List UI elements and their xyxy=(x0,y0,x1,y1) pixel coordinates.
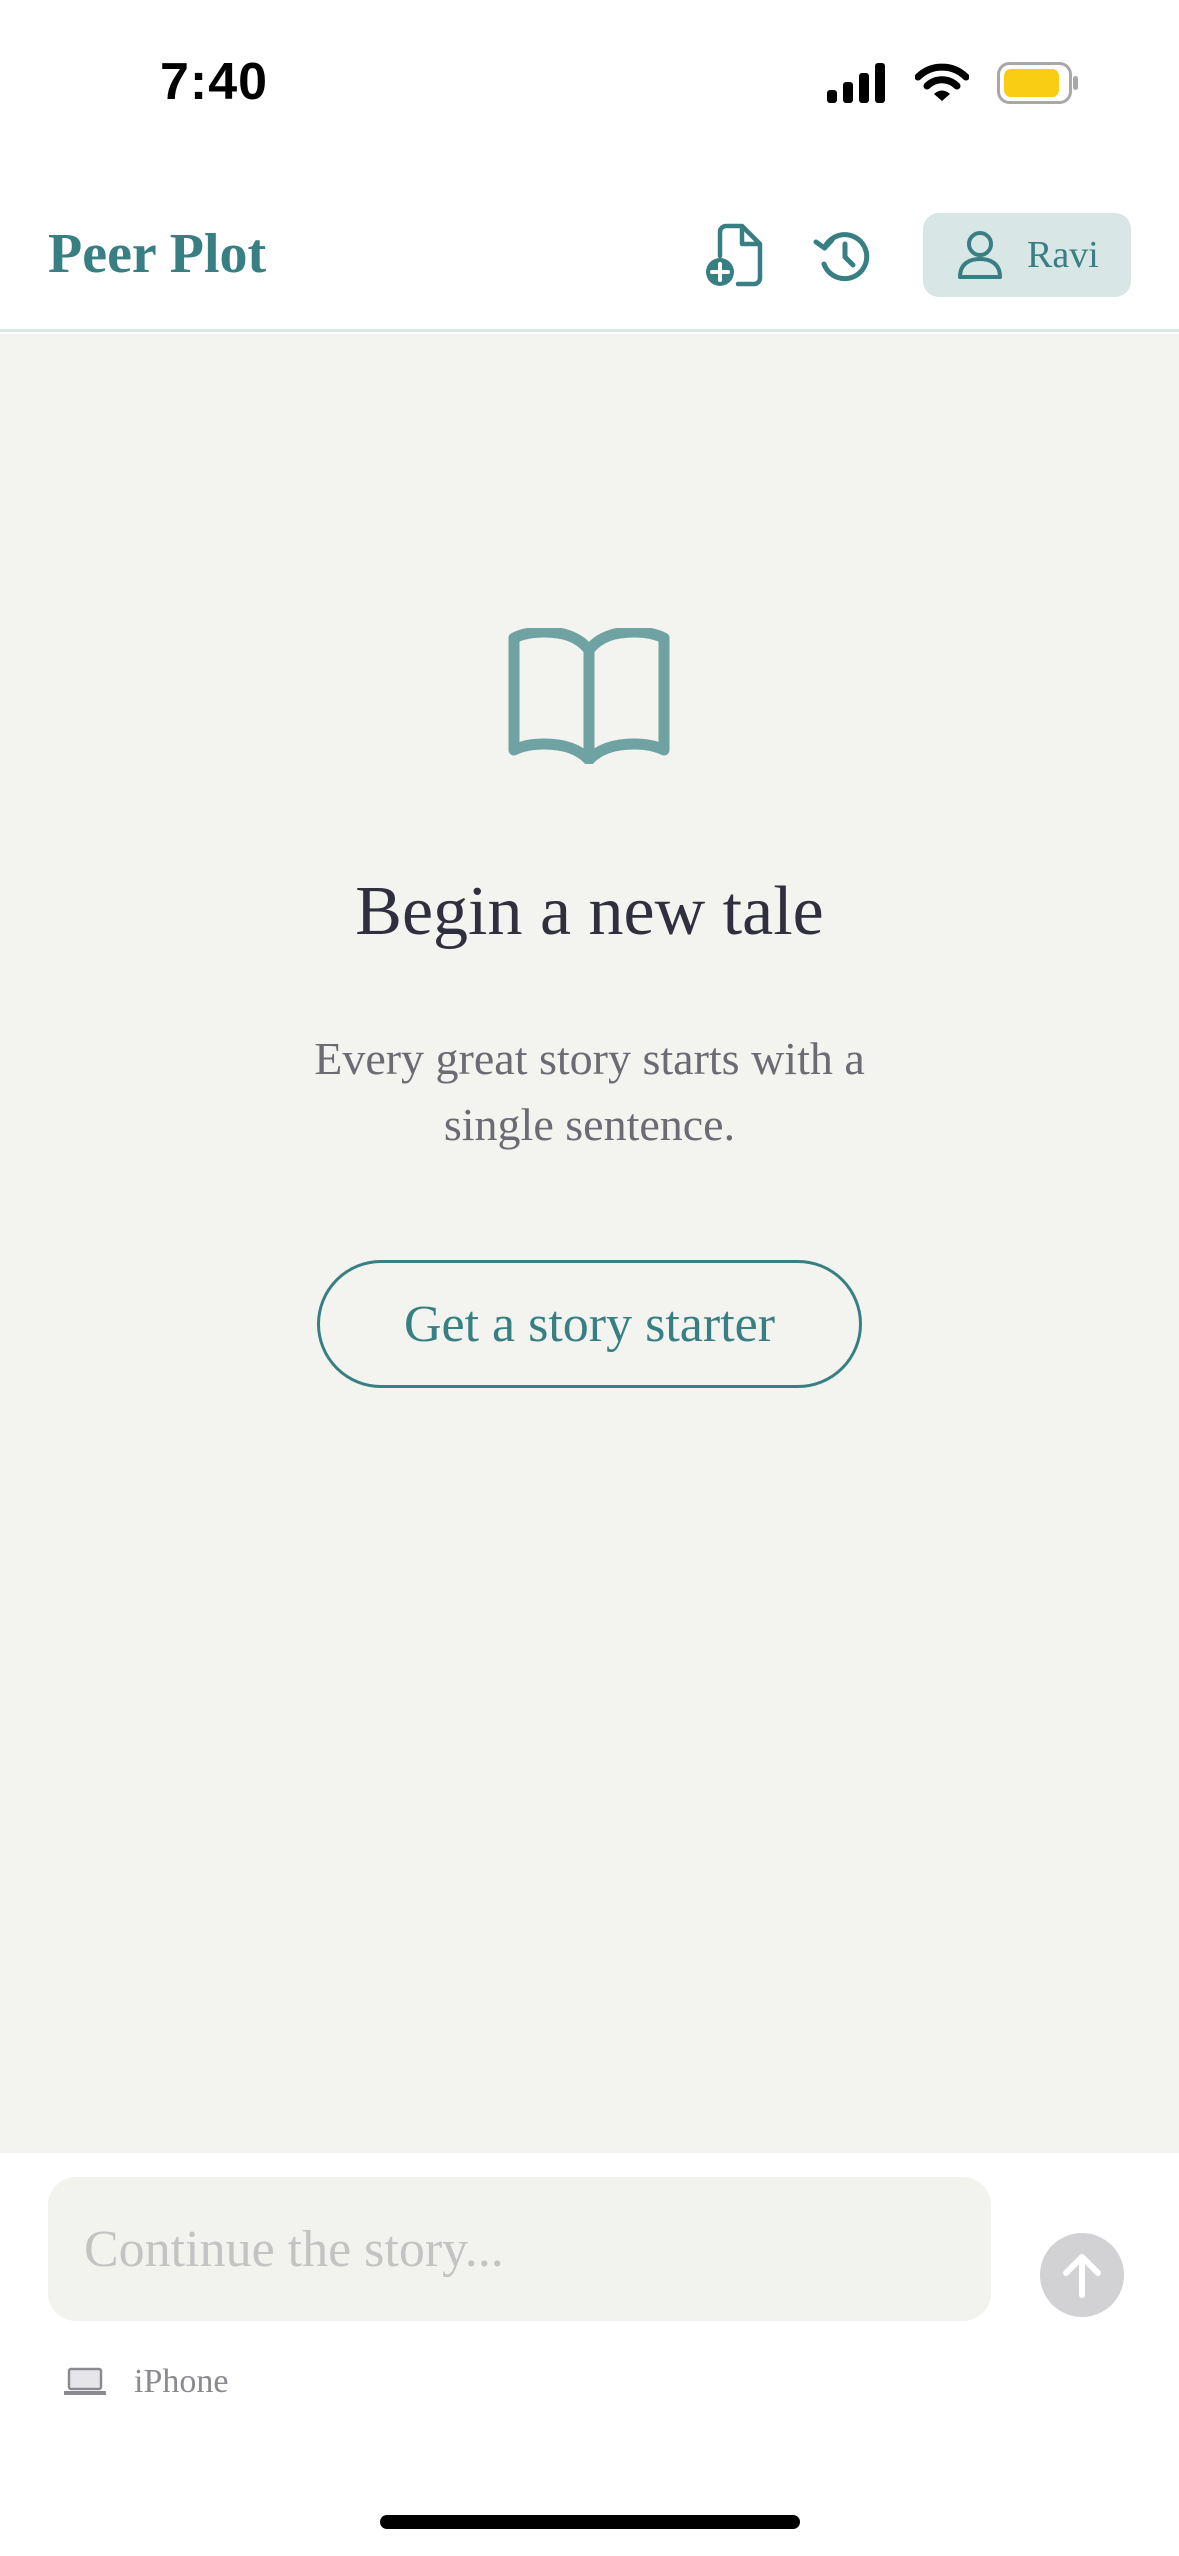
open-book-icon xyxy=(508,628,670,764)
app-title: Peer Plot xyxy=(48,223,267,285)
status-bar: 7:40 xyxy=(0,0,1179,180)
composer: iPhone xyxy=(0,2153,1179,2556)
laptop-icon xyxy=(64,2367,106,2395)
battery-icon xyxy=(997,62,1078,104)
user-name: Ravi xyxy=(1027,234,1099,276)
device-indicator: iPhone xyxy=(64,2363,228,2401)
user-icon xyxy=(958,231,1002,279)
story-starter-button[interactable]: Get a story starter xyxy=(317,1260,862,1388)
empty-state-title: Begin a new tale xyxy=(355,873,824,950)
arrow-up-icon xyxy=(1063,2254,1101,2298)
status-icons xyxy=(827,62,1079,104)
story-input[interactable] xyxy=(48,2177,991,2321)
send-button[interactable] xyxy=(1040,2233,1124,2317)
device-label: iPhone xyxy=(134,2363,229,2400)
history-icon xyxy=(813,232,870,282)
status-time: 7:40 xyxy=(160,53,269,111)
app-header: Peer Plot Ravi xyxy=(0,180,1179,332)
user-menu-button[interactable]: Ravi xyxy=(923,213,1131,297)
empty-state-subtitle: Every great story starts with a single s… xyxy=(314,1033,865,1150)
story-canvas: Begin a new tale Every great story start… xyxy=(0,334,1179,2153)
home-indicator[interactable] xyxy=(380,2515,800,2529)
wifi-icon xyxy=(915,63,969,101)
history-button[interactable] xyxy=(806,218,882,294)
new-document-icon xyxy=(706,223,763,287)
cellular-signal-icon xyxy=(827,63,885,103)
new-story-button[interactable] xyxy=(698,218,774,294)
